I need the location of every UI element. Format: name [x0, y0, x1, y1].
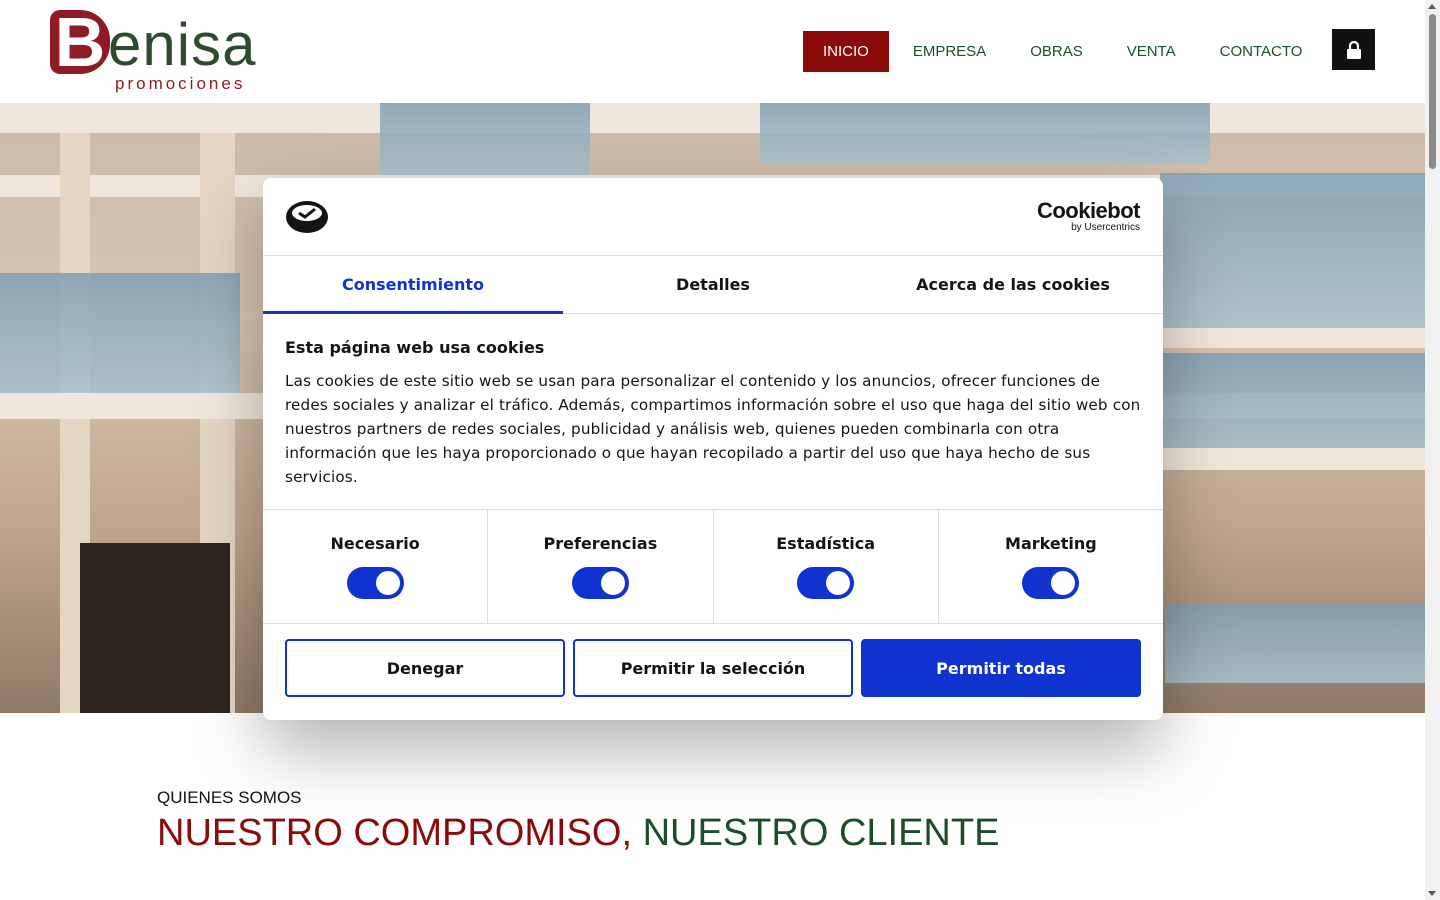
dialog-text: Las cookies de este sitio web se usan pa…: [285, 372, 1141, 486]
cookiebot-name: Cookiebot: [1036, 198, 1141, 223]
estadistica-toggle[interactable]: [797, 567, 855, 599]
toggle-knob: [375, 571, 400, 595]
scroll-thumb[interactable]: [1429, 14, 1436, 169]
toggle-knob: [826, 571, 851, 595]
logo-letter: B: [50, 10, 110, 74]
cookiebot-by: by Usercentrics: [1071, 222, 1140, 233]
category-label: Necesario: [330, 534, 420, 553]
cookie-categories: Necesario Preferencias Estadística Marke…: [263, 510, 1163, 624]
dialog-body: Esta página web usa cookies Las cookies …: [263, 314, 1163, 510]
category-label: Estadística: [776, 534, 876, 553]
benisa-logo[interactable]: B enisa promociones: [50, 10, 270, 95]
nav-item-venta[interactable]: VENTA: [1107, 31, 1196, 72]
dialog-header: Cookiebot by Usercentrics: [263, 178, 1163, 256]
toggle-knob: [1051, 571, 1076, 595]
category-estadistica: Estadística: [714, 510, 939, 623]
preferencias-toggle[interactable]: [571, 567, 629, 599]
cookiebot-logo-icon: [286, 201, 328, 233]
category-marketing: Marketing: [939, 510, 1163, 623]
section-title-part2: NUESTRO CLIENTE: [642, 812, 1000, 854]
site-header: B enisa promociones INICIO EMPRESA OBRAS…: [0, 0, 1425, 103]
section-title-part1: NUESTRO COMPROMISO,: [157, 812, 633, 854]
main-nav: INICIO EMPRESA OBRAS VENTA CONTACTO: [803, 31, 1326, 72]
category-label: Marketing: [1005, 534, 1097, 553]
tab-consentimiento[interactable]: Consentimiento: [263, 256, 563, 314]
page-scrollbar[interactable]: [1425, 0, 1440, 900]
scroll-down-arrow-icon[interactable]: [1428, 891, 1436, 896]
section-kicker: QUIENES SOMOS: [157, 788, 302, 807]
logo-subtitle: promociones: [115, 74, 246, 93]
necesario-toggle[interactable]: [346, 567, 404, 599]
marketing-toggle[interactable]: [1022, 567, 1080, 599]
cookie-consent-dialog: Cookiebot by Usercentrics Consentimiento…: [263, 178, 1163, 720]
nav-item-contacto[interactable]: CONTACTO: [1200, 31, 1323, 72]
tab-detalles[interactable]: Detalles: [563, 256, 863, 313]
nav-item-obras[interactable]: OBRAS: [1010, 31, 1103, 72]
nav-item-inicio[interactable]: INICIO: [803, 31, 889, 72]
category-preferencias: Preferencias: [488, 510, 714, 623]
tab-acerca-cookies[interactable]: Acerca de las cookies: [863, 256, 1163, 313]
deny-button[interactable]: Denegar: [285, 639, 565, 697]
category-necesario: Necesario: [263, 510, 489, 623]
allow-selection-button[interactable]: Permitir la selección: [573, 639, 853, 697]
login-button[interactable]: [1332, 29, 1375, 70]
dialog-tabs: Consentimiento Detalles Acerca de las co…: [263, 256, 1163, 314]
lock-icon: [1346, 40, 1361, 59]
section-title: NUESTRO COMPROMISO, NUESTRO CLIENTE: [157, 812, 999, 855]
category-label: Preferencias: [543, 534, 658, 553]
dialog-heading: Esta página web usa cookies: [285, 338, 545, 357]
dialog-buttons: Denegar Permitir la selección Permitir t…: [263, 624, 1163, 697]
logo-word: enisa: [108, 11, 257, 78]
scroll-up-arrow-icon[interactable]: [1428, 4, 1436, 9]
toggle-knob: [600, 571, 625, 595]
nav-item-empresa[interactable]: EMPRESA: [893, 31, 1006, 72]
allow-all-button[interactable]: Permitir todas: [861, 639, 1141, 697]
cookiebot-brand[interactable]: Cookiebot by Usercentrics: [1036, 198, 1141, 233]
